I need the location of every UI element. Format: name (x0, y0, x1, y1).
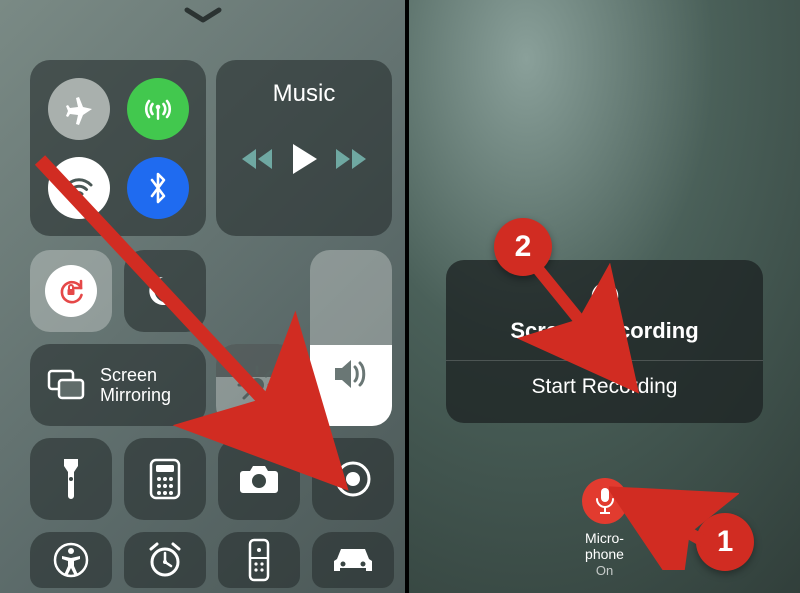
camera-icon (238, 463, 280, 495)
screen-mirroring-button[interactable]: ScreenMirroring (30, 344, 206, 426)
microphone-icon (594, 487, 616, 515)
screen-recording-panel: Screen Recording Start Recording Micro-p… (409, 0, 800, 593)
callout-badge-1: 1 (696, 513, 754, 571)
flashlight-button[interactable] (30, 438, 112, 520)
shortcut-row-2 (30, 532, 394, 588)
orientation-lock-toggle[interactable] (30, 250, 112, 332)
airplane-icon (63, 93, 95, 125)
calculator-icon (148, 458, 182, 500)
start-recording-button[interactable]: Start Recording (456, 361, 753, 399)
callout-badge-2: 2 (494, 218, 552, 276)
moon-icon (145, 271, 185, 311)
connectivity-group (30, 60, 206, 236)
rewind-icon[interactable] (240, 145, 278, 173)
orientation-lock-icon (54, 274, 88, 308)
camera-button[interactable] (218, 438, 300, 520)
play-icon[interactable] (289, 142, 319, 176)
screen-mirroring-label: ScreenMirroring (100, 365, 171, 405)
volume-slider[interactable] (310, 250, 392, 426)
antenna-icon (141, 92, 175, 126)
bluetooth-icon (143, 171, 173, 205)
sheet-title: Screen Recording (456, 318, 753, 344)
airplane-mode-toggle[interactable] (48, 78, 110, 140)
forward-icon[interactable] (330, 145, 368, 173)
speaker-icon (331, 355, 371, 393)
music-card[interactable]: Music (216, 60, 392, 236)
carplay-button[interactable] (312, 532, 394, 588)
calculator-button[interactable] (124, 438, 206, 520)
accessibility-button[interactable] (30, 532, 112, 588)
sun-icon (216, 344, 298, 426)
microphone-label: Micro-phone On (585, 530, 624, 578)
music-label: Music (226, 80, 382, 108)
wifi-toggle[interactable] (48, 157, 110, 219)
brightness-slider[interactable] (216, 344, 298, 426)
microphone-toggle[interactable] (582, 478, 628, 524)
bluetooth-toggle[interactable] (127, 157, 189, 219)
wifi-icon (62, 171, 96, 205)
microphone-status: On (596, 563, 613, 578)
do-not-disturb-toggle[interactable] (124, 250, 206, 332)
screen-record-button[interactable] (312, 438, 394, 520)
accessibility-icon (51, 540, 91, 580)
record-icon (333, 459, 373, 499)
alarm-clock-icon (145, 540, 185, 580)
cellular-data-toggle[interactable] (127, 78, 189, 140)
shortcut-row-1 (30, 438, 394, 520)
control-center-panel: Music (0, 0, 409, 593)
car-icon (330, 545, 376, 575)
flashlight-icon (58, 457, 84, 501)
screen-recording-sheet: Screen Recording Start Recording (446, 260, 763, 423)
remote-icon (248, 538, 270, 582)
apple-tv-remote-button[interactable] (218, 532, 300, 588)
record-icon (456, 280, 753, 312)
clock-button[interactable] (124, 532, 206, 588)
chevron-down-icon (183, 6, 223, 24)
screen-mirroring-icon (46, 368, 86, 402)
